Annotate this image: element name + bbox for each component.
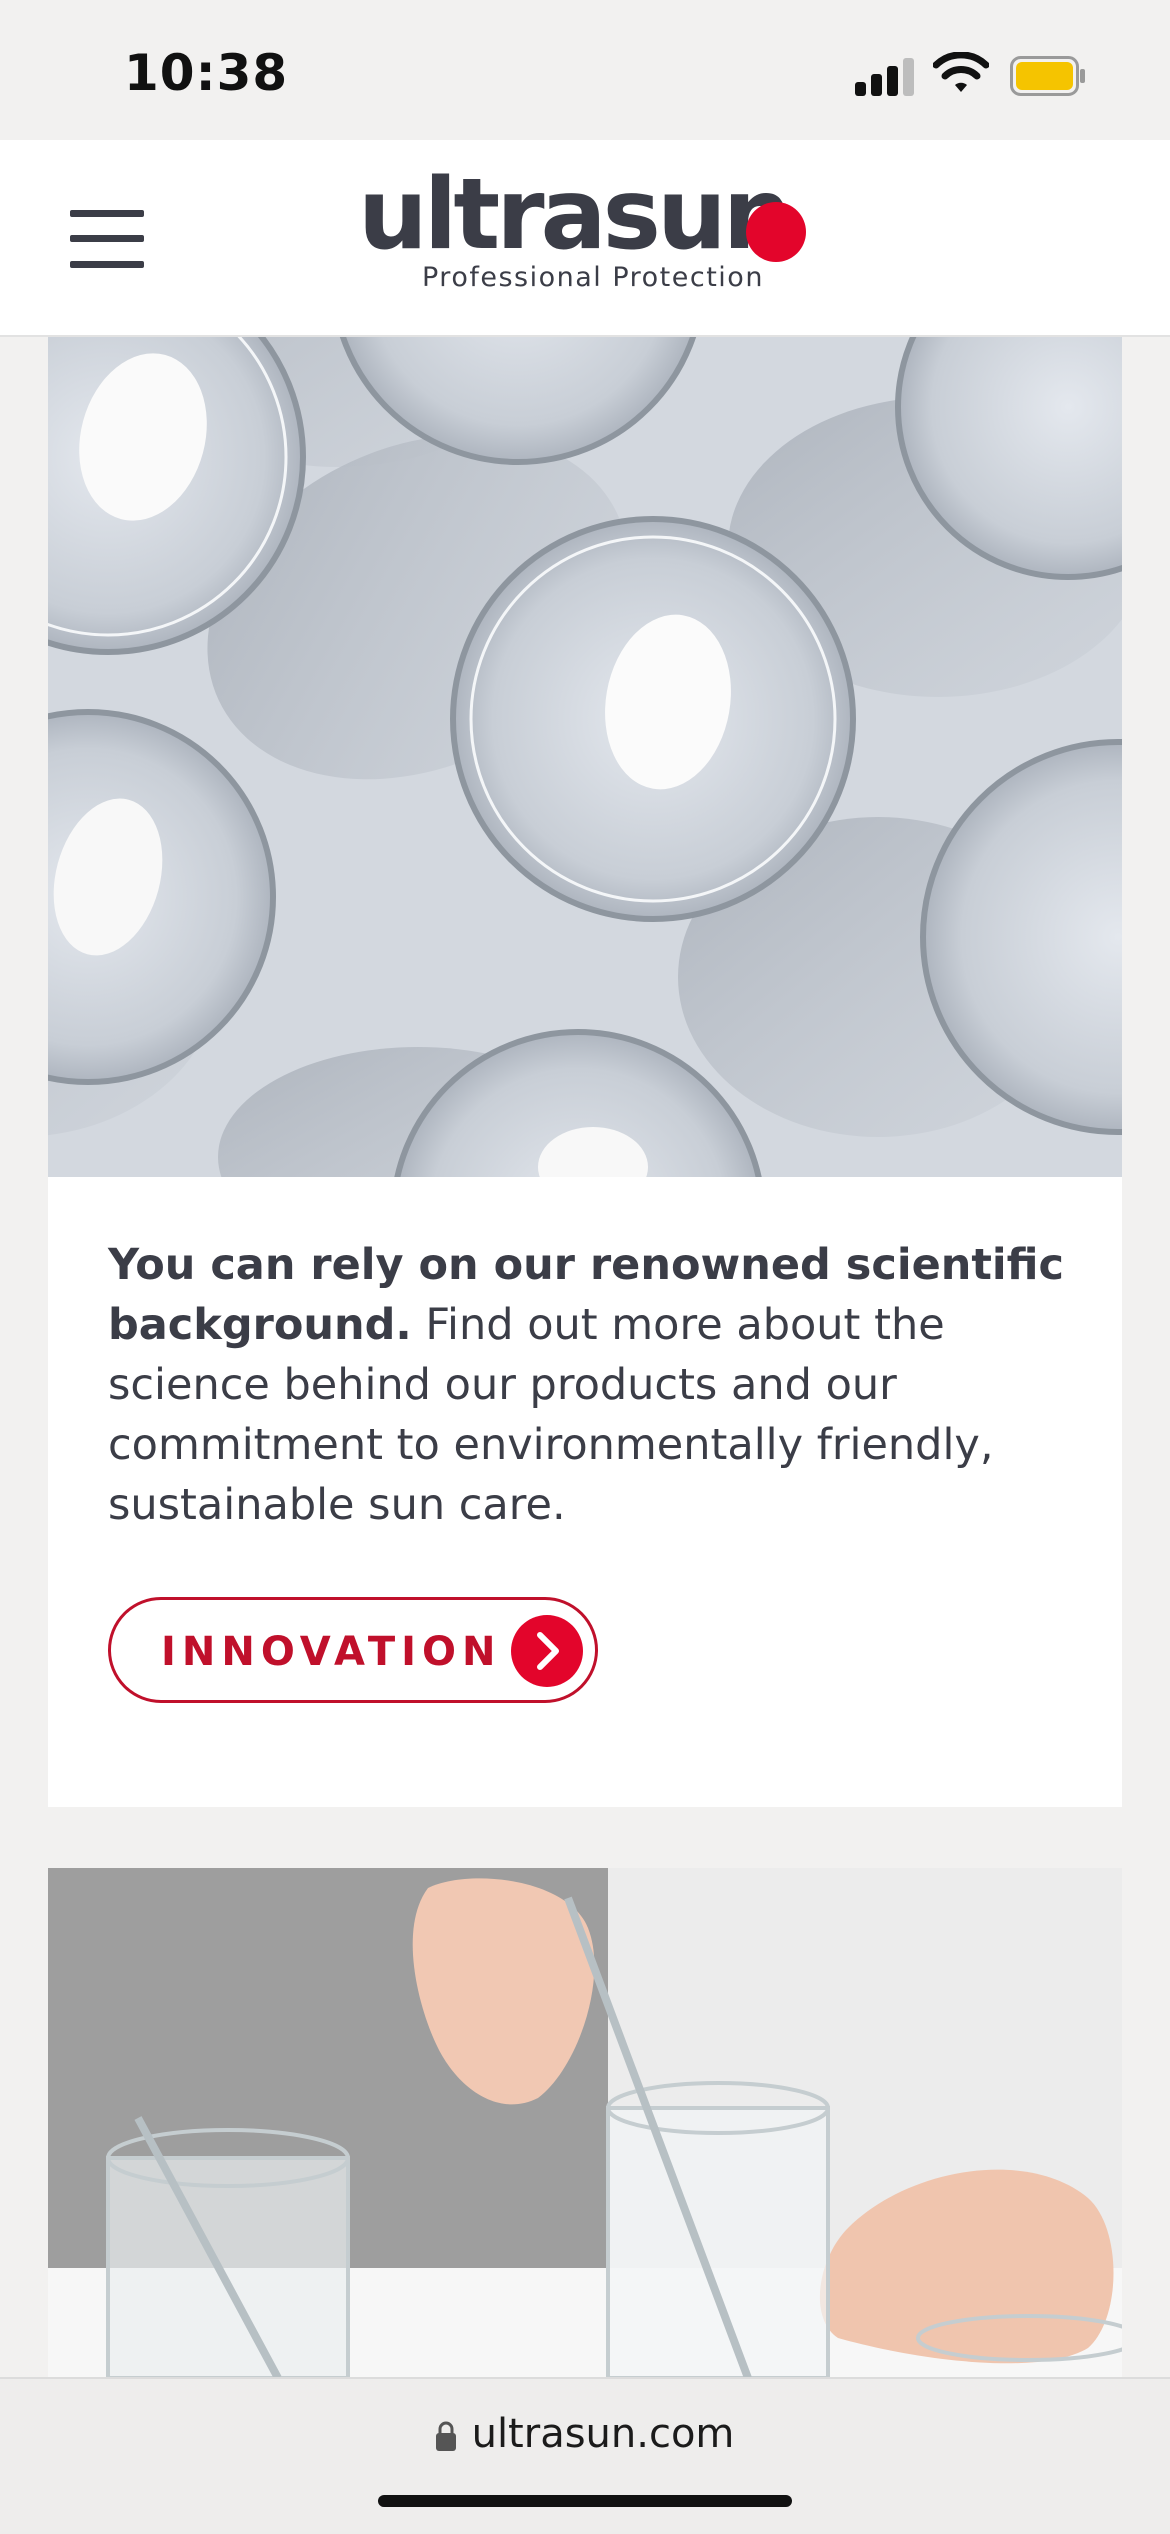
status-time: 10:38 — [124, 44, 289, 102]
url-text: ultrasun.com — [471, 2411, 735, 2457]
science-card-text: You can rely on our renowned scientific … — [108, 1235, 1068, 1535]
url-display: ultrasun.com — [0, 2411, 1170, 2457]
ultrasun-logo[interactable]: ultrasun Professional Protection — [358, 166, 818, 296]
innovation-button-label: INNOVATION — [161, 1629, 502, 1675]
logo-red-dot — [746, 202, 806, 262]
battery-icon — [1010, 56, 1085, 96]
site-header: ultrasun Professional Protection — [0, 140, 1170, 337]
hamburger-menu-icon[interactable] — [70, 210, 144, 268]
lab-beakers-photo — [48, 1868, 1122, 2378]
chevron-right-icon — [511, 1615, 583, 1687]
status-bar: 10:38 — [0, 0, 1170, 140]
logo-wordmark: ultrasun — [358, 158, 793, 272]
wifi-icon — [933, 52, 989, 92]
cellular-signal-icon — [855, 58, 915, 96]
petri-dishes-image — [48, 337, 1122, 1177]
home-indicator[interactable] — [378, 2495, 792, 2507]
logo-tagline: Professional Protection — [422, 262, 764, 293]
lab-beakers-image — [48, 1868, 1122, 2378]
browser-url-bar[interactable]: ultrasun.com — [0, 2377, 1170, 2534]
lock-icon — [435, 2421, 456, 2451]
innovation-button[interactable]: INNOVATION — [108, 1597, 598, 1703]
petri-dishes-photo — [48, 337, 1122, 1177]
science-card: You can rely on our renowned scientific … — [48, 1177, 1122, 1807]
